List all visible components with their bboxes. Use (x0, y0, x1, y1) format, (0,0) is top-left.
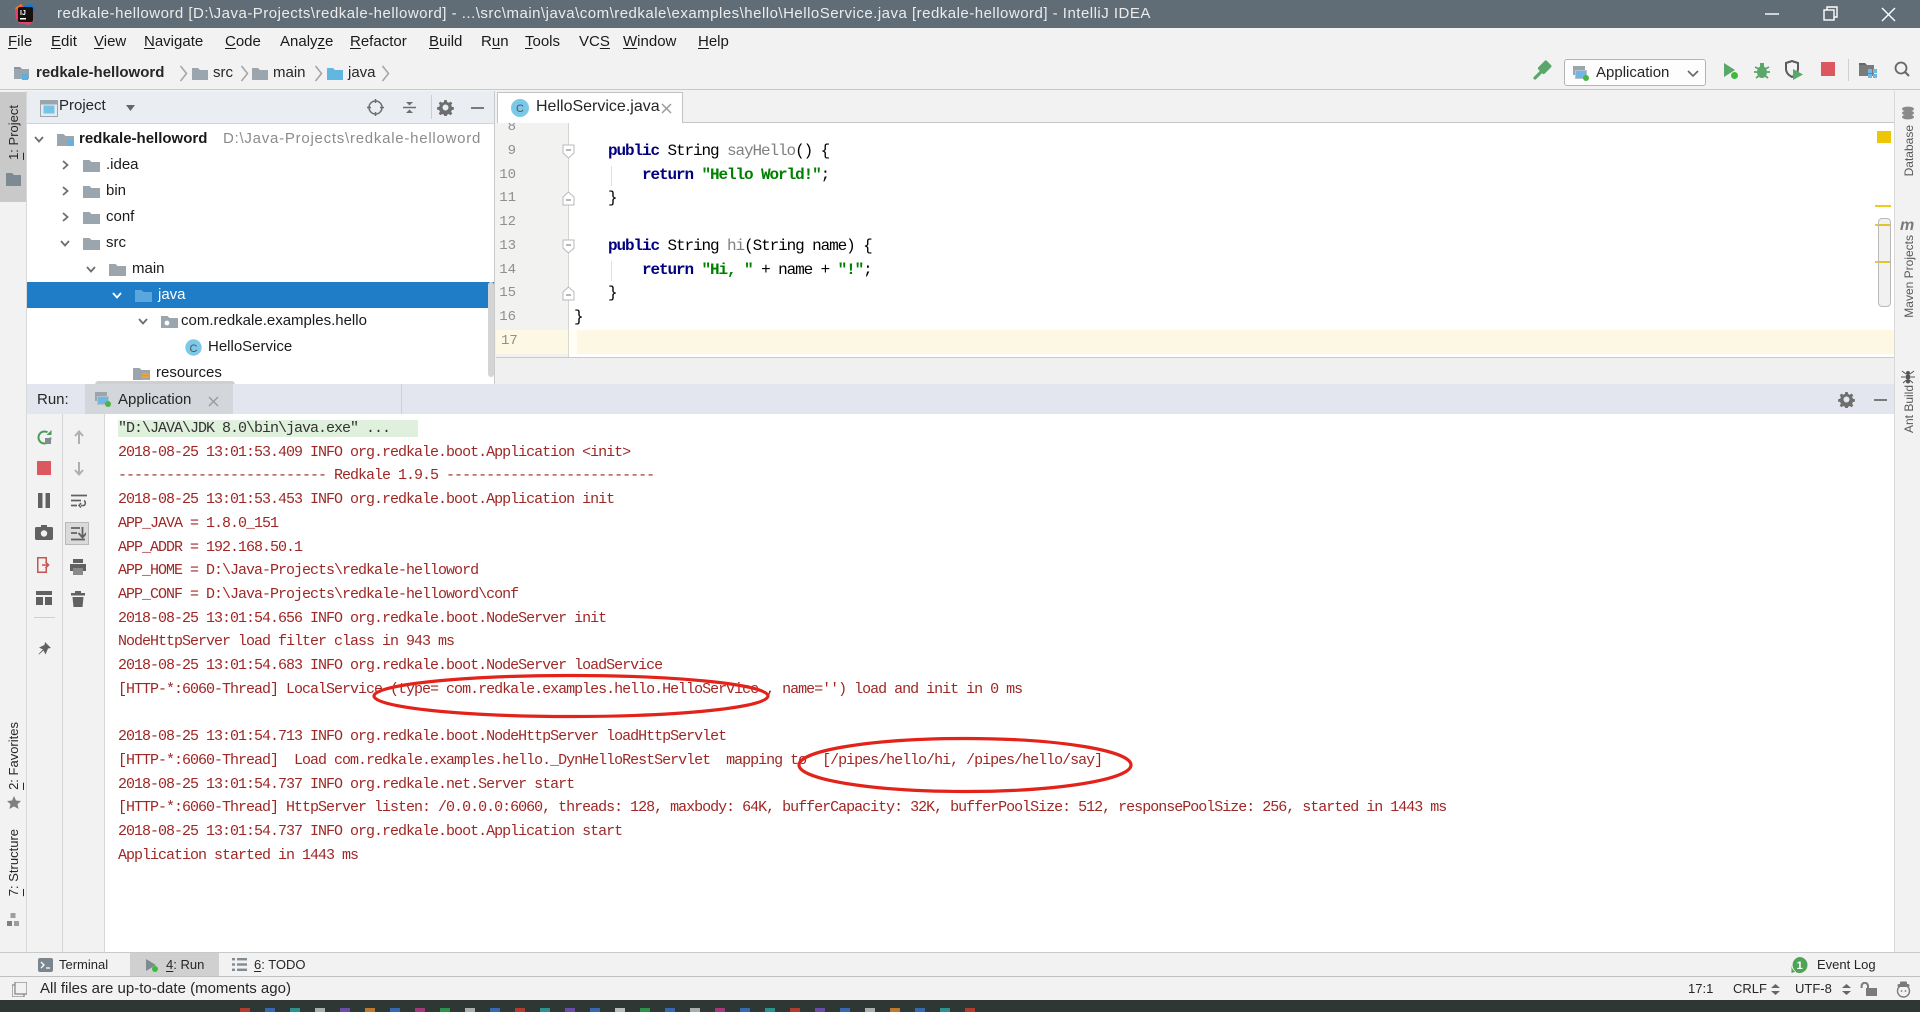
svg-text:IJ: IJ (20, 10, 26, 17)
svg-text:C: C (516, 103, 524, 115)
svg-text:1: 1 (1797, 960, 1803, 972)
svg-text:C: C (190, 343, 198, 355)
